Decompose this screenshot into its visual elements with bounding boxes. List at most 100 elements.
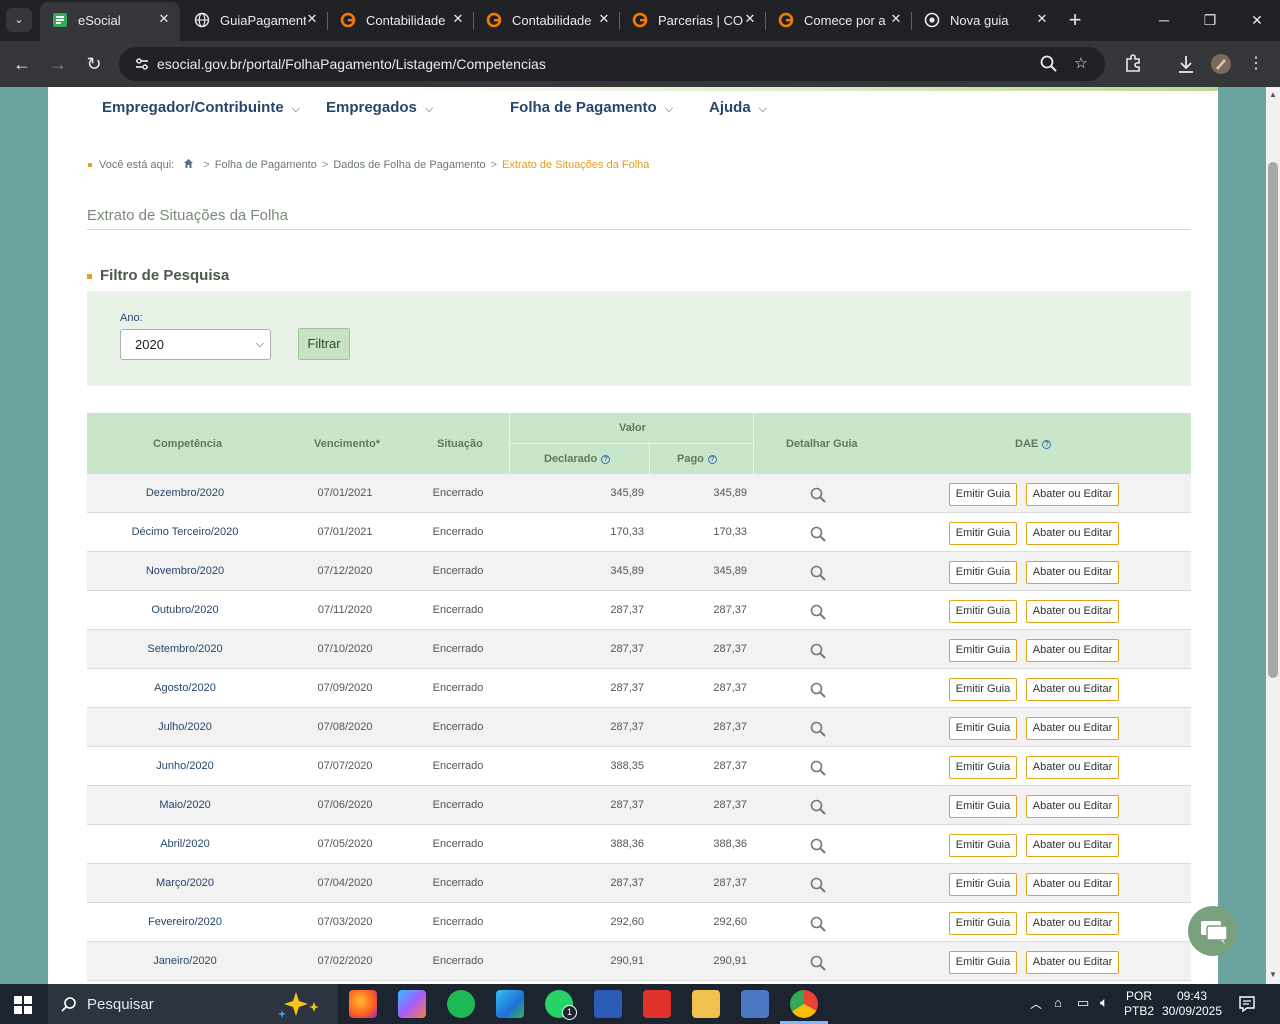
magnifier-icon[interactable]	[809, 486, 827, 504]
copilot-icon[interactable]	[398, 990, 426, 1018]
chrome-taskbar-icon[interactable]	[790, 990, 818, 1018]
help-icon[interactable]: ?	[601, 455, 611, 464]
menu-empregados[interactable]: Empregados ⌵	[326, 99, 433, 116]
breadcrumb-link[interactable]: Dados de Folha de Pagamento	[333, 159, 485, 171]
menu-folha-pagamento[interactable]: Folha de Pagamento ⌵	[510, 99, 673, 116]
tab-list-button[interactable]: ⌄	[6, 8, 32, 32]
scroll-down-arrow-icon[interactable]: ▼	[1269, 971, 1277, 979]
scroll-thumb[interactable]	[1268, 162, 1278, 678]
network-icon[interactable]: ▭	[1077, 995, 1089, 1011]
windows-start-icon[interactable]	[14, 996, 32, 1014]
forward-arrow-icon[interactable]: →	[45, 51, 71, 77]
magnifier-icon[interactable]	[809, 681, 827, 699]
magnifier-icon[interactable]	[809, 642, 827, 660]
filtrar-button[interactable]: Filtrar	[298, 328, 350, 360]
help-icon[interactable]: ?	[1042, 440, 1052, 449]
magnifier-icon[interactable]	[809, 564, 827, 582]
calculator-icon[interactable]	[741, 990, 769, 1018]
wps-office-icon[interactable]	[643, 990, 671, 1018]
magnifier-icon[interactable]	[809, 525, 827, 543]
spotify-icon[interactable]	[447, 990, 475, 1018]
url-text[interactable]: esocial.gov.br/portal/FolhaPagamento/Lis…	[157, 56, 546, 72]
tab-guiapagamento[interactable]: GuiaPagamento ✕	[182, 0, 328, 41]
emitir-guia-button[interactable]: Emitir Guia	[949, 795, 1017, 818]
competencia-link[interactable]: Novembro/2020	[87, 565, 283, 577]
close-tab-icon[interactable]: ✕	[596, 11, 612, 27]
competencia-link[interactable]: Janeiro/2020	[87, 955, 283, 967]
competencia-link[interactable]: Abril/2020	[87, 838, 283, 850]
competencia-link[interactable]: Agosto/2020	[87, 682, 283, 694]
minimize-icon[interactable]: ─	[1151, 8, 1177, 32]
address-bar[interactable]: esocial.gov.br/portal/FolhaPagamento/Lis…	[119, 47, 1105, 81]
close-tab-icon[interactable]: ✕	[156, 11, 172, 27]
download-icon[interactable]	[1174, 52, 1198, 76]
competencia-link[interactable]: Outubro/2020	[87, 604, 283, 616]
meet-now-icon[interactable]: ⌂	[1054, 995, 1062, 1010]
competencia-link[interactable]: Setembro/2020	[87, 643, 283, 655]
profile-avatar[interactable]	[1209, 52, 1233, 76]
emitir-guia-button[interactable]: Emitir Guia	[949, 639, 1017, 662]
emitir-guia-button[interactable]: Emitir Guia	[949, 717, 1017, 740]
magnifier-icon[interactable]	[809, 759, 827, 777]
home-icon[interactable]	[183, 158, 194, 169]
page-scrollbar[interactable]: ▲ ▼	[1266, 87, 1280, 984]
abater-ou-editar-button[interactable]: Abater ou Editar	[1026, 717, 1119, 740]
magnifier-icon[interactable]	[809, 954, 827, 972]
tab-parcerias[interactable]: Parcerias | CO ✕	[620, 0, 766, 41]
abater-ou-editar-button[interactable]: Abater ou Editar	[1026, 483, 1119, 506]
competencia-link[interactable]: Maio/2020	[87, 799, 283, 811]
close-tab-icon[interactable]: ✕	[742, 11, 758, 27]
firefox-icon[interactable]	[349, 990, 377, 1018]
emitir-guia-button[interactable]: Emitir Guia	[949, 834, 1017, 857]
abater-ou-editar-button[interactable]: Abater ou Editar	[1026, 912, 1119, 935]
abater-ou-editar-button[interactable]: Abater ou Editar	[1026, 600, 1119, 623]
zoom-search-icon[interactable]	[1039, 54, 1059, 74]
tab-nova-guia[interactable]: Nova guia ✕	[912, 0, 1058, 41]
emitir-guia-button[interactable]: Emitir Guia	[949, 522, 1017, 545]
clock[interactable]: 09:43 30/09/2025	[1160, 989, 1224, 1019]
abater-ou-editar-button[interactable]: Abater ou Editar	[1026, 834, 1119, 857]
language-indicator[interactable]: POR PTB2	[1124, 989, 1154, 1019]
emitir-guia-button[interactable]: Emitir Guia	[949, 951, 1017, 974]
emitir-guia-button[interactable]: Emitir Guia	[949, 561, 1017, 584]
notification-icon[interactable]	[1238, 995, 1256, 1013]
magnifier-icon[interactable]	[809, 915, 827, 933]
browser-menu-icon[interactable]: ⋮	[1244, 52, 1268, 76]
abater-ou-editar-button[interactable]: Abater ou Editar	[1026, 678, 1119, 701]
magnifier-icon[interactable]	[809, 837, 827, 855]
abater-ou-editar-button[interactable]: Abater ou Editar	[1026, 873, 1119, 896]
ano-select[interactable]: 2020 ⌵	[120, 329, 271, 360]
emitir-guia-button[interactable]: Emitir Guia	[949, 483, 1017, 506]
magnifier-icon[interactable]	[809, 720, 827, 738]
chat-button[interactable]	[1188, 906, 1238, 956]
site-settings-icon[interactable]	[133, 55, 151, 73]
tab-esocial[interactable]: eSocial ✕	[40, 2, 180, 41]
taskbar-search-box[interactable]: Pesquisar	[48, 984, 338, 1024]
window-close-icon[interactable]: ✕	[1244, 8, 1270, 32]
reload-icon[interactable]: ↻	[81, 51, 107, 77]
close-tab-icon[interactable]: ✕	[888, 11, 904, 27]
restore-icon[interactable]: ❐	[1197, 8, 1223, 32]
competencia-link[interactable]: Fevereiro/2020	[87, 916, 283, 928]
breadcrumb-link[interactable]: Folha de Pagamento	[215, 159, 317, 171]
abater-ou-editar-button[interactable]: Abater ou Editar	[1026, 795, 1119, 818]
scroll-up-arrow-icon[interactable]: ▲	[1269, 91, 1277, 99]
emitir-guia-button[interactable]: Emitir Guia	[949, 756, 1017, 779]
tab-contabilidade-1[interactable]: Contabilidade ✕	[328, 0, 474, 41]
competencia-link[interactable]: Junho/2020	[87, 760, 283, 772]
volume-icon[interactable]: 🔈︎	[1100, 994, 1108, 1011]
menu-empregador[interactable]: Empregador/Contribuinte ⌵	[102, 99, 300, 116]
emitir-guia-button[interactable]: Emitir Guia	[949, 600, 1017, 623]
whatsapp-icon[interactable]: 1	[545, 990, 577, 1020]
close-tab-icon[interactable]: ✕	[450, 11, 466, 27]
close-tab-icon[interactable]: ✕	[1034, 11, 1050, 27]
menu-ajuda[interactable]: Ajuda ⌵	[709, 99, 767, 116]
back-arrow-icon[interactable]: ←	[9, 51, 35, 77]
magnifier-icon[interactable]	[809, 798, 827, 816]
competencia-link[interactable]: Março/2020	[87, 877, 283, 889]
emitir-guia-button[interactable]: Emitir Guia	[949, 678, 1017, 701]
new-tab-icon[interactable]: +	[1064, 9, 1086, 31]
competencia-link[interactable]: Dezembro/2020	[87, 487, 283, 499]
abater-ou-editar-button[interactable]: Abater ou Editar	[1026, 756, 1119, 779]
magnifier-icon[interactable]	[809, 603, 827, 621]
